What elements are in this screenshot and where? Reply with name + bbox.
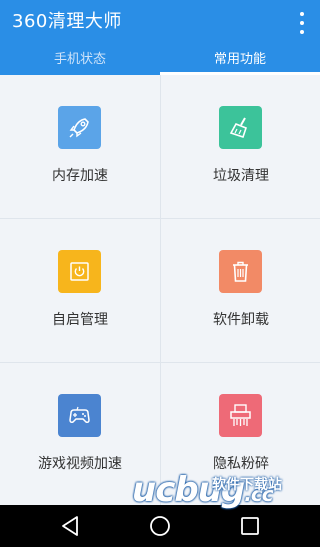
- feature-label: 内存加速: [52, 168, 108, 184]
- feature-label: 软件卸载: [213, 312, 269, 328]
- app-title: 360清理大师: [12, 11, 122, 32]
- feature-game-video-boost[interactable]: 游戏视频加速: [0, 363, 160, 507]
- broom-icon: [219, 106, 262, 149]
- shredder-icon: [219, 394, 262, 437]
- feature-app-uninstall[interactable]: 软件卸载: [161, 219, 320, 362]
- rocket-icon: [58, 106, 101, 149]
- feature-label: 自启管理: [52, 312, 108, 328]
- tab-common-features[interactable]: 常用功能: [160, 46, 320, 75]
- overflow-menu-icon[interactable]: [298, 12, 306, 34]
- trash-icon: [219, 250, 262, 293]
- back-icon[interactable]: [50, 505, 90, 547]
- gamepad-icon: [58, 394, 101, 437]
- recents-icon[interactable]: [230, 505, 270, 547]
- tab-phone-status[interactable]: 手机状态: [0, 46, 160, 75]
- feature-grid: 内存加速 垃圾清理 自启管理 软件卸载 游戏视频加速 隐私粉碎: [0, 75, 320, 507]
- feature-privacy-shred[interactable]: 隐私粉碎: [161, 363, 320, 507]
- feature-label: 隐私粉碎: [213, 456, 269, 472]
- feature-memory-boost[interactable]: 内存加速: [0, 75, 160, 218]
- power-icon: [58, 250, 101, 293]
- home-icon[interactable]: [140, 505, 180, 547]
- app-bar: 360清理大师: [0, 0, 320, 46]
- feature-junk-clean[interactable]: 垃圾清理: [161, 75, 320, 218]
- system-nav-bar: [0, 505, 320, 547]
- feature-label: 游戏视频加速: [38, 456, 122, 472]
- feature-autostart-manager[interactable]: 自启管理: [0, 219, 160, 362]
- feature-label: 垃圾清理: [213, 168, 269, 184]
- tab-bar: 手机状态 常用功能: [0, 46, 320, 75]
